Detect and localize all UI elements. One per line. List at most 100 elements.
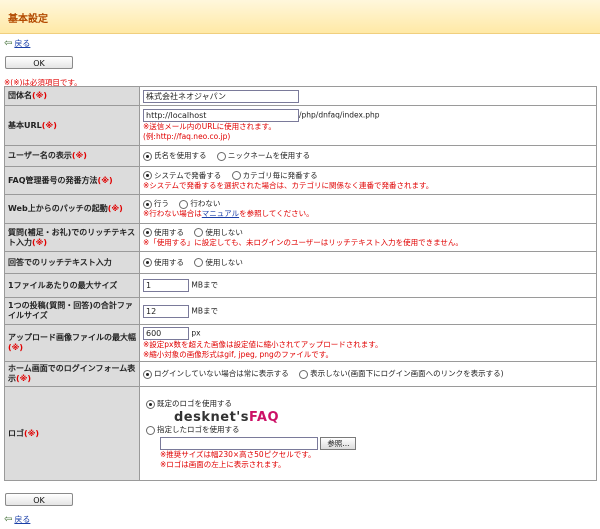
option-label: 表示しない(画面下にログイン画面へのリンクを表示する) bbox=[310, 369, 504, 378]
manual-link[interactable]: マニュアル bbox=[202, 209, 239, 218]
radio-checked-icon[interactable] bbox=[143, 228, 152, 237]
username-opt-nickname[interactable]: ニックネームを使用する bbox=[216, 151, 310, 161]
org-name-input[interactable]: 株式会社ネオジャパン bbox=[143, 89, 299, 103]
option-label: 使用しない bbox=[205, 257, 243, 267]
imgwidth-unit: px bbox=[191, 328, 201, 337]
browse-button[interactable]: 参照... bbox=[320, 437, 357, 450]
radio-icon[interactable] bbox=[179, 199, 189, 209]
row-imgwidth: アップロード画像ファイルの最大幅(※) 600 px ※設定px数を超えた画像は… bbox=[4, 324, 597, 362]
richq-note: ※「使用する」に設定しても、未ログインのユーザーはリッチテキスト入力を使用できま… bbox=[143, 237, 463, 247]
required-mark: (※) bbox=[107, 204, 123, 213]
imgwidth-note2: ※縮小対象の画像形式はgif, jpeg, pngのファイルです。 bbox=[143, 349, 334, 359]
loginform-opt-show[interactable]: ログインしていない場合は常に表示する bbox=[143, 369, 289, 379]
url-note: ※送信メール内のURLに使用されます。 bbox=[143, 122, 276, 131]
page-title: 基本設定 bbox=[8, 14, 48, 25]
option-label: 使用しない bbox=[205, 227, 243, 237]
row-patch: Web上からのパッチの起動(※) 行う 行わない ※行わない場合はマニュアルを参… bbox=[4, 194, 597, 224]
patch-label: Web上からのパッチの起動 bbox=[8, 204, 108, 213]
required-mark: (※) bbox=[71, 151, 87, 160]
option-label: システムで発番する bbox=[154, 170, 222, 180]
row-org: 団体名(※) 株式会社ネオジャパン bbox=[4, 86, 597, 106]
default-logo-image: desknet'sFAQ bbox=[174, 410, 593, 425]
imgwidth-label: アップロード画像ファイルの最大幅 bbox=[8, 333, 136, 342]
faqnum-opt-system[interactable]: システムで発番する bbox=[143, 171, 221, 180]
option-label: 既定のロゴを使用する bbox=[157, 399, 232, 408]
logo-opt-default[interactable]: 既定のロゴを使用する bbox=[146, 399, 232, 409]
option-label: 使用する bbox=[154, 257, 184, 267]
filemax-label: 1ファイルあたりの最大サイズ bbox=[8, 280, 118, 290]
option-label: 使用する bbox=[154, 227, 184, 237]
richq-opt-use[interactable]: 使用する bbox=[143, 228, 184, 237]
required-mark: (※) bbox=[41, 120, 57, 130]
radio-checked-icon[interactable] bbox=[143, 258, 152, 267]
radio-checked-icon[interactable] bbox=[143, 151, 152, 161]
row-richq: 質問(補足・お礼)でのリッチテキスト入力(※) 使用する 使用しない ※「使用す… bbox=[4, 223, 597, 252]
image-max-width-input[interactable]: 600 bbox=[143, 326, 189, 340]
username-opt-fullname[interactable]: 氏名を使用する bbox=[143, 151, 207, 161]
ok-button-top[interactable]: OK bbox=[5, 56, 73, 69]
radio-checked-icon[interactable] bbox=[146, 399, 155, 409]
ok-button-bottom[interactable]: OK bbox=[5, 493, 73, 506]
page-header: 基本設定 bbox=[0, 0, 600, 34]
option-label: 氏名を使用する bbox=[154, 151, 207, 160]
required-mark: (※) bbox=[32, 91, 48, 100]
required-mark: (※) bbox=[8, 343, 24, 352]
logo-note2: ※ロゴは画面の左上に表示されます。 bbox=[160, 460, 286, 469]
richq-label: 質問(補足・お礼)でのリッチテキスト入力 bbox=[8, 227, 136, 247]
option-label: カテゴリ毎に発番する bbox=[242, 170, 318, 180]
imgwidth-note1: ※設定px数を超えた画像は設定値に縮小されてアップロードされます。 bbox=[143, 339, 383, 349]
radio-icon[interactable] bbox=[299, 369, 309, 379]
logo-text-desknets: desknet's bbox=[174, 410, 250, 425]
row-filemax: 1ファイルあたりの最大サイズ 1 MBまで bbox=[4, 273, 597, 298]
filemax-unit: MBまで bbox=[191, 280, 219, 290]
row-logo: ロゴ(※) 既定のロゴを使用する desknet'sFAQ 指定したロゴを使用す… bbox=[4, 386, 597, 481]
option-label: 行う bbox=[154, 199, 169, 208]
url-example: (例:http://faq.neo.co.jp) bbox=[143, 132, 231, 141]
row-faqnum: FAQ管理番号の発番方法(※) システムで発番する カテゴリ毎に発番する ※シス… bbox=[4, 166, 597, 195]
file-max-size-input[interactable]: 1 bbox=[143, 279, 189, 292]
radio-checked-icon[interactable] bbox=[143, 369, 152, 379]
richa-opt-use[interactable]: 使用する bbox=[143, 258, 184, 267]
required-mark: (※) bbox=[16, 374, 32, 383]
back-link-label[interactable]: 戻る bbox=[14, 515, 30, 524]
faqnum-label: FAQ管理番号の発番方法 bbox=[8, 175, 98, 185]
required-mark: (※) bbox=[97, 175, 113, 185]
richq-opt-nouse[interactable]: 使用しない bbox=[194, 228, 243, 237]
username-label: ユーザー名の表示 bbox=[8, 151, 72, 160]
back-link-bottom[interactable]: ⇦ 戻る bbox=[4, 514, 30, 525]
base-url-input[interactable]: http://localhost bbox=[143, 109, 299, 122]
back-arrow-icon: ⇦ bbox=[4, 514, 13, 525]
url-suffix: /php/dnfaq/index.php bbox=[299, 110, 380, 120]
faqnum-opt-category[interactable]: カテゴリ毎に発番する bbox=[231, 170, 318, 180]
row-totalmax: 1つの投稿(質問・回答)の合計ファイルサイズ 12 MBまで bbox=[4, 297, 597, 325]
radio-icon[interactable] bbox=[146, 425, 155, 435]
patch-opt-no[interactable]: 行わない bbox=[179, 199, 221, 209]
radio-checked-icon[interactable] bbox=[143, 199, 152, 209]
total-max-size-input[interactable]: 12 bbox=[143, 304, 189, 318]
logo-file-input[interactable] bbox=[160, 437, 318, 450]
required-mark: (※) bbox=[24, 428, 40, 438]
row-url: 基本URL(※) http://localhost/php/dnfaq/inde… bbox=[4, 105, 597, 146]
radio-icon[interactable] bbox=[216, 151, 226, 161]
richa-label: 回答でのリッチテキスト入力 bbox=[8, 257, 112, 267]
radio-icon[interactable] bbox=[231, 171, 241, 180]
radio-icon[interactable] bbox=[194, 258, 204, 267]
logo-opt-custom[interactable]: 指定したロゴを使用する bbox=[146, 425, 240, 435]
radio-checked-icon[interactable] bbox=[143, 171, 152, 180]
back-link-label[interactable]: 戻る bbox=[14, 39, 30, 48]
row-loginform: ホーム画面でのログインフォーム表示(※) ログインしていない場合は常に表示する … bbox=[4, 361, 597, 387]
back-arrow-icon: ⇦ bbox=[4, 38, 13, 49]
back-link-top[interactable]: ⇦ 戻る bbox=[4, 38, 30, 49]
patch-opt-yes[interactable]: 行う bbox=[143, 199, 169, 209]
richa-opt-nouse[interactable]: 使用しない bbox=[194, 258, 243, 267]
option-label: 行わない bbox=[190, 199, 221, 208]
row-richa: 回答でのリッチテキスト入力 使用する 使用しない bbox=[4, 251, 597, 274]
totalmax-label: 1つの投稿(質問・回答)の合計ファイルサイズ bbox=[8, 301, 133, 320]
loginform-opt-hide[interactable]: 表示しない(画面下にログイン画面へのリンクを表示する) bbox=[299, 369, 504, 379]
logo-label: ロゴ bbox=[8, 428, 24, 438]
totalmax-unit: MBまで bbox=[191, 306, 219, 315]
radio-icon[interactable] bbox=[194, 228, 204, 237]
required-mark: (※) bbox=[32, 237, 48, 247]
patch-note-pre: ※行わない場合は bbox=[143, 209, 202, 218]
url-label: 基本URL bbox=[8, 120, 42, 130]
